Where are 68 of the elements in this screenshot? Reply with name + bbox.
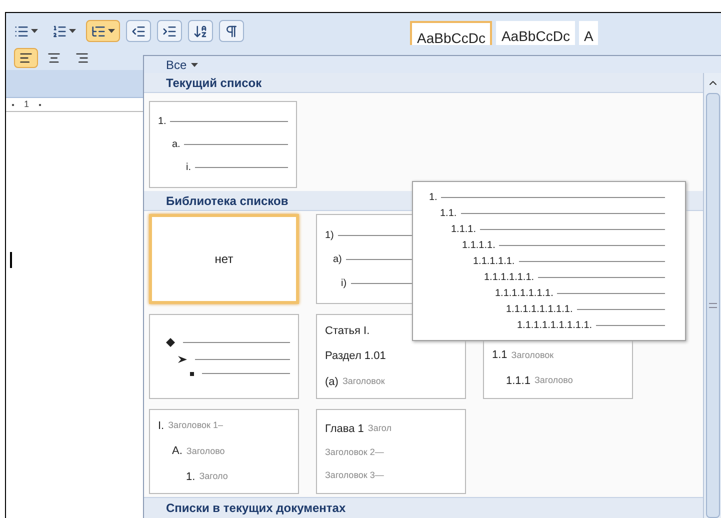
caret-icon <box>31 29 38 33</box>
tile-label: нет <box>214 251 234 268</box>
toolbar-button[interactable] <box>157 20 182 42</box>
list-number: a. <box>172 138 180 152</box>
list-number: A. <box>172 444 182 460</box>
list-number: 1.1.1.1.1.1.1.1. <box>506 302 573 316</box>
toolbar-button[interactable] <box>188 20 213 42</box>
list-style-tile[interactable]: Глава 1 Загол Заголовок 2— Заголовок 3— <box>316 409 466 494</box>
heading-caption: Загол <box>368 422 392 436</box>
pilcrow-icon <box>224 24 239 38</box>
align-left-icon <box>19 50 33 64</box>
heading-caption: Заголовок 2— <box>325 446 384 460</box>
list-number: 1. <box>186 470 196 485</box>
ruler-label: 1 <box>24 98 30 111</box>
toolbar-button[interactable] <box>126 20 151 42</box>
list-number: 1.1.1 <box>506 374 530 388</box>
diamond-bullet-icon <box>166 338 175 346</box>
list-style-tile[interactable] <box>149 314 299 399</box>
list-number: 1. <box>158 115 166 129</box>
list-number: i. <box>186 161 191 175</box>
list-number: 1.1.1.1.1.1.1.1.1. <box>517 318 592 332</box>
list-number: Статья I. <box>325 324 370 339</box>
list-number: i) <box>341 276 347 290</box>
align-right-icon <box>75 50 89 64</box>
list-number: 1. <box>429 190 438 204</box>
ruler-tick-icon <box>39 104 42 106</box>
section-header: Текущий список <box>144 73 703 93</box>
square-bullet-icon <box>190 372 194 376</box>
align-center-icon <box>47 50 61 64</box>
heading-caption: Заголовок <box>511 348 554 362</box>
scrollbar[interactable] <box>703 73 721 518</box>
section-header: Списки в текущих документах <box>144 497 703 518</box>
list-number: a) <box>333 252 342 266</box>
heading-caption: Заголо <box>199 470 228 484</box>
list-number: 1.1.1.1.1. <box>473 254 515 268</box>
list-number: Глава 1 <box>325 422 364 437</box>
list-number: 1.1.1.1.1.1.1. <box>495 286 554 300</box>
filter-dropdown[interactable]: Все <box>166 56 198 74</box>
list-number: 1.1.1.1.1.1. <box>484 270 534 284</box>
list-style-tile[interactable]: I. Заголовок 1– A. Заголово 1. Заголо <box>149 409 299 494</box>
bullet-list-icon <box>14 24 29 38</box>
list-style-tile[interactable]: 1. a. i. <box>149 101 297 188</box>
multilevel-list-icon <box>91 24 106 38</box>
heading-caption: Заголово <box>186 444 225 458</box>
heading-caption: Заголово <box>534 374 573 387</box>
caret-icon <box>190 62 198 66</box>
align-button[interactable] <box>14 48 38 68</box>
toolbar-button[interactable] <box>86 20 120 42</box>
heading-caption: Заголовок 3— <box>325 468 384 482</box>
decrease-indent-icon <box>131 24 146 38</box>
caret-icon <box>108 29 115 33</box>
increase-indent-icon <box>162 24 177 38</box>
list-number: Раздел 1.01 <box>325 349 386 364</box>
scroll-thumb[interactable] <box>706 93 720 518</box>
heading-caption: Заголовок 1– <box>168 419 223 432</box>
list-number: (a) <box>325 374 338 390</box>
caret-icon <box>69 29 76 33</box>
arrow-bullet-icon <box>178 356 187 362</box>
list-number: 1) <box>325 228 334 242</box>
list-number: I. <box>158 418 164 434</box>
toolbar-button[interactable] <box>219 20 244 42</box>
numbered-list-icon <box>52 24 67 38</box>
heading-caption: Заголовок <box>342 375 385 388</box>
list-number: 1.1 <box>492 348 508 363</box>
sort-icon <box>193 24 208 38</box>
list-style-tile[interactable]: нет <box>149 214 299 304</box>
ruler-tick-icon <box>12 104 14 106</box>
text-cursor <box>10 252 12 268</box>
